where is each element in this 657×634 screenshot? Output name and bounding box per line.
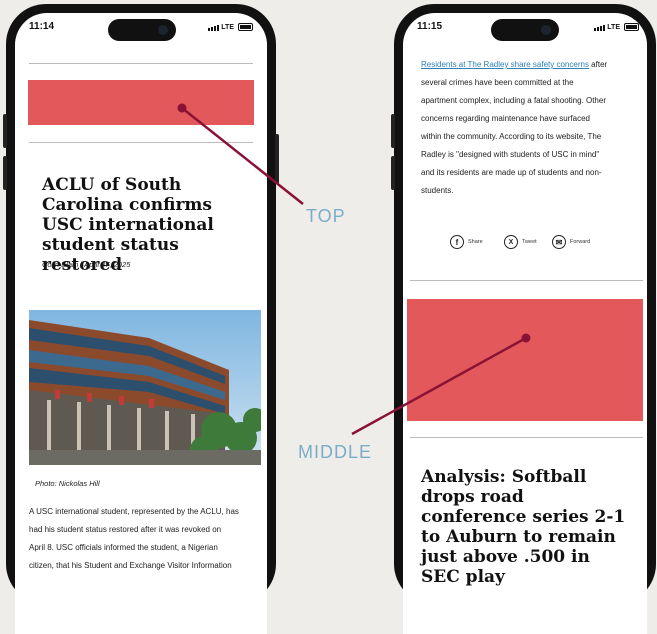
status-bar: 11:15 LTE	[403, 13, 647, 47]
ad-placeholder-top[interactable]	[28, 80, 254, 125]
phone-screen: 11:15 LTE Residents at The Radley share …	[403, 13, 647, 634]
dynamic-island	[491, 19, 559, 41]
divider	[29, 63, 253, 64]
ad-placeholder-middle[interactable]	[407, 299, 643, 421]
body-line: A USC international student, represented…	[29, 507, 239, 516]
phone-left: 11:14 LTE ACLU of South Carolina confirm…	[3, 4, 279, 634]
article-photo[interactable]	[29, 310, 261, 465]
divider	[29, 142, 253, 143]
phone-right: 11:15 LTE Residents at The Radley share …	[391, 4, 656, 634]
article-headline[interactable]: Analysis: Softball drops road conference…	[421, 467, 631, 587]
article-body: Residents at The Radley share safety con…	[421, 56, 647, 200]
share-button[interactable]: f Share	[450, 235, 483, 249]
network-label: LTE	[221, 24, 234, 31]
volume-button	[391, 114, 395, 148]
article-byline: Colin Elam | April 27, 2025	[42, 260, 131, 269]
body-line: had his student status restored after it…	[29, 525, 222, 534]
body-line: Radley is "designed with students of USC…	[421, 150, 600, 159]
building-photo-image	[29, 310, 261, 465]
mail-icon: ✉	[552, 235, 566, 249]
forward-button[interactable]: ✉ Forward	[552, 235, 590, 249]
volume-button	[3, 156, 7, 190]
power-button	[275, 134, 279, 184]
tweet-label: Tweet	[522, 239, 537, 245]
tweet-button[interactable]: X Tweet	[504, 235, 537, 249]
network-label: LTE	[607, 24, 620, 31]
callout-label-top: TOP	[306, 206, 346, 226]
body-line: apartment complex, including a fatal sho…	[421, 96, 606, 105]
photo-caption: Photo: Nickolas Hill	[35, 479, 100, 488]
status-time: 11:15	[417, 21, 443, 32]
body-line: and its residents are made up of student…	[421, 168, 602, 177]
body-fragment: after	[588, 60, 608, 69]
status-icons: LTE	[594, 23, 639, 31]
article-body: A USC international student, represented…	[29, 503, 267, 575]
signal-icon	[208, 25, 220, 31]
body-line: students.	[421, 186, 454, 195]
divider	[410, 280, 643, 281]
forward-label: Forward	[570, 239, 591, 245]
battery-icon	[238, 23, 253, 31]
article-link[interactable]: Residents at The Radley share safety con…	[421, 60, 589, 69]
volume-button	[391, 156, 395, 190]
status-bar: 11:14 LTE	[15, 13, 267, 47]
body-line: citizen, that his Student and Exchange V…	[29, 561, 232, 570]
body-line: several crimes have been committed at th…	[421, 78, 574, 87]
dynamic-island	[108, 19, 176, 41]
camera-icon	[158, 25, 168, 35]
divider	[410, 437, 643, 438]
body-line: April 8. USC officials informed the stud…	[29, 543, 218, 552]
callout-label-middle: MIDDLE	[298, 442, 373, 462]
body-line: Residents at The Radley share safety con…	[421, 56, 647, 74]
phone-screen: 11:14 LTE ACLU of South Carolina confirm…	[15, 13, 267, 634]
volume-button	[3, 114, 7, 148]
facebook-icon: f	[450, 235, 464, 249]
x-icon: X	[504, 235, 518, 249]
camera-icon	[541, 25, 551, 35]
status-icons: LTE	[208, 23, 253, 31]
body-line: within the community. According to its w…	[421, 132, 602, 141]
share-label: Share	[468, 239, 483, 245]
body-line: concerns regarding maintenance have surf…	[421, 114, 590, 123]
battery-icon	[624, 23, 639, 31]
status-time: 11:14	[29, 21, 55, 32]
signal-icon	[594, 25, 606, 31]
